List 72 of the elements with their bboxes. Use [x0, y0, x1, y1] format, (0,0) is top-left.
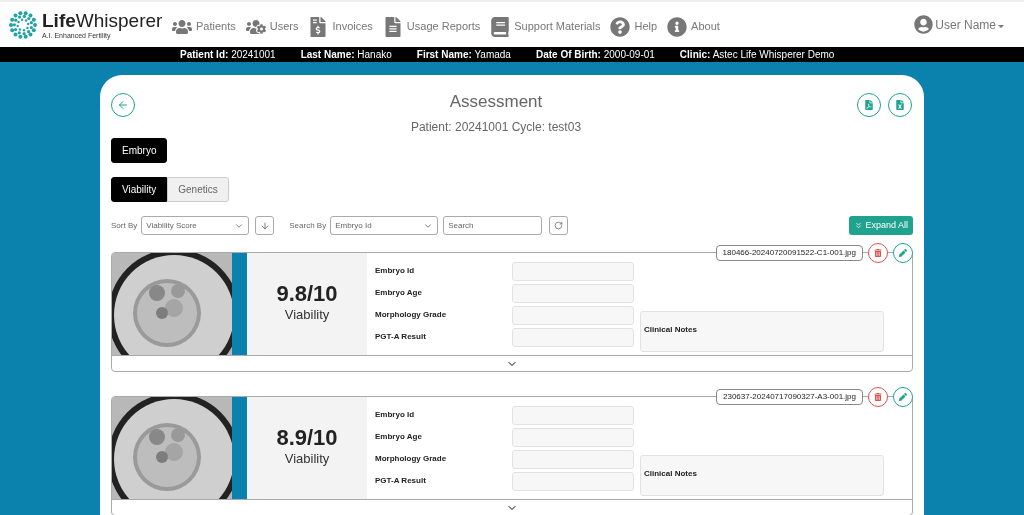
- nav-link[interactable]: Usage Reports: [382, 16, 481, 37]
- search-by-select[interactable]: Embryo Id: [330, 216, 439, 235]
- notes-label: Clinical Notes: [644, 469, 697, 478]
- field-input[interactable]: [512, 471, 634, 491]
- patient-info: Last Name: Hanako: [300, 48, 392, 62]
- refresh-icon: [554, 221, 564, 230]
- nav-link[interactable]: Users: [245, 16, 299, 37]
- sort-select[interactable]: Viability Score: [141, 216, 250, 235]
- score-label: Viability: [284, 450, 330, 469]
- nav-link[interactable]: Help: [610, 16, 658, 37]
- search-field[interactable]: Search: [443, 216, 543, 235]
- expand-all-button[interactable]: Expand All: [849, 216, 913, 235]
- trash-icon: [874, 249, 882, 257]
- delete-button[interactable]: [868, 387, 888, 407]
- arrow-left-icon: [117, 99, 129, 111]
- field-input[interactable]: [512, 327, 634, 347]
- page-title: Assessment: [449, 93, 543, 110]
- logo-icon: [8, 9, 38, 40]
- pdf-file-icon: [864, 100, 874, 110]
- file-name-tag: 180466-20240720091522-C1-001.jpg: [715, 245, 863, 261]
- field-input[interactable]: [512, 405, 634, 425]
- nav-link[interactable]: Invoices: [308, 16, 373, 37]
- caret-icon: [998, 25, 1004, 28]
- search-by-label: Search By: [289, 219, 327, 232]
- patient-info: Patient Id: 20241001: [180, 48, 276, 62]
- field-input[interactable]: [512, 449, 634, 469]
- field-label: Embryo Age: [375, 431, 423, 443]
- nav-link[interactable]: About: [667, 16, 720, 37]
- tab[interactable]: Viability: [111, 177, 168, 202]
- field-input[interactable]: [512, 283, 634, 303]
- arrow-down-icon: [259, 220, 270, 231]
- edit-button[interactable]: [893, 387, 913, 407]
- user-icon: [914, 15, 934, 34]
- double-chevron-icon: [854, 221, 864, 230]
- sort-label: Sort By: [111, 219, 138, 232]
- viability-score: 8.9/10: [276, 427, 338, 450]
- category-button[interactable]: Embryo: [111, 138, 168, 163]
- trash-icon: [874, 393, 882, 401]
- patient-info: Date Of Birth: 2000-09-01: [535, 48, 655, 62]
- clinical-notes-box[interactable]: Clinical Notes: [640, 455, 884, 496]
- field-label: Morphology Grade: [375, 453, 448, 465]
- field-label: Embryo Age: [375, 287, 423, 299]
- excel-file-icon: [895, 100, 905, 110]
- refresh-button[interactable]: [549, 216, 569, 235]
- nav-link[interactable]: Support Materials: [490, 16, 601, 37]
- field-label: PGT-A Result: [375, 331, 427, 343]
- field-label: Embryo Id: [375, 409, 416, 421]
- file-name-tag: 230637-20240717090327-A3-001.jpg: [716, 389, 863, 405]
- score-label: Viability: [284, 306, 330, 325]
- help-icon: [610, 16, 631, 37]
- field-input[interactable]: [512, 305, 634, 325]
- field-label: Embryo Id: [375, 265, 416, 277]
- pencil-icon: [899, 393, 907, 401]
- delete-button[interactable]: [868, 243, 888, 263]
- pencil-icon: [899, 249, 907, 257]
- patient-info: First Name: Yamada: [416, 48, 511, 62]
- user-menu[interactable]: User Name: [914, 15, 1004, 34]
- viability-score: 9.8/10: [276, 283, 338, 306]
- field-input[interactable]: [512, 261, 634, 281]
- brand-name: LifeWhisperer: [42, 10, 163, 30]
- tab[interactable]: Genetics: [167, 177, 229, 202]
- clinical-notes-box[interactable]: Clinical Notes: [640, 311, 884, 352]
- field-label: Morphology Grade: [375, 309, 448, 321]
- field-input[interactable]: [512, 427, 634, 447]
- patient-info: Clinic: Astec Life Whisperer Demo: [679, 48, 835, 62]
- nav-link[interactable]: Patients: [172, 16, 236, 37]
- edit-button[interactable]: [893, 243, 913, 263]
- page-subtitle: Patient: 20241001 Cycle: test03: [410, 119, 582, 136]
- about-icon: [667, 16, 688, 37]
- sort-direction-button[interactable]: [255, 216, 275, 235]
- field-label: PGT-A Result: [375, 475, 427, 487]
- notes-label: Clinical Notes: [644, 325, 697, 334]
